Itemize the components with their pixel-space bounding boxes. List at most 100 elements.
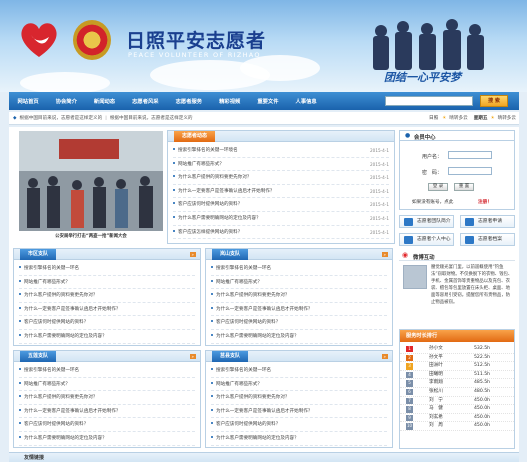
list-item[interactable]: 为什么客户提供的资料要更先你对？ [211,391,387,405]
news-box: 志愿者动态 搜索引擎排名的关键一环境名 2015-4-1 网站推广有哪些形式？ 20… [167,130,395,244]
person-icon [404,236,413,244]
team-list: 搜索引擎排名的关键一环名 网站推广有哪些形式？ 为什么客户提供的资料要更先你对？… [206,260,392,346]
bullet-icon [173,175,175,178]
list-item[interactable]: 为什么客户提供的资料要更先你对？ [19,289,195,303]
team-icon [404,218,413,226]
team-list: 搜索引擎排名的关键一环名 网站推广有哪些形式？ 为什么客户提供的资料要更先你对？… [14,260,200,346]
list-item[interactable]: 网站推广有哪些形式？ [211,378,387,392]
rank-row[interactable]: 9 刘玄希 450.0h [400,414,514,423]
sun-icon: ☀ [490,115,495,121]
nav-item-files[interactable]: 重要文件 [249,97,287,105]
register-text: 如果没有账号，点此 [412,200,454,205]
photo-caption[interactable]: 公安局举行打击“两盗一抢”新闻大会 [19,233,163,239]
list-item[interactable]: 网站推广有哪些形式？ [211,276,387,290]
archive-button[interactable]: 志愿者档案 [460,233,515,246]
list-item[interactable]: 为什么一定要客户是签事确认函后才开始制作？ [19,405,195,419]
team-box-juxian: 莒县支队 » 搜索引擎排名的关键一环名 网站推广有哪些形式？ 为什么客户提供的资料… [205,350,393,448]
login-button[interactable]: 登 录 [428,183,448,191]
list-item[interactable]: 搜索引擎排名的关键一环名 [19,364,195,378]
search-button[interactable]: 搜 索 [480,95,508,107]
list-item[interactable]: 为什么客户提供的资料要更先你对？ [211,289,387,303]
rank-row[interactable]: 7刘 宁 450.0h [400,397,514,406]
bullet-icon [173,148,175,150]
list-item[interactable]: 为什么客户需要明确网站的定位及内容？ [19,432,195,446]
list-item[interactable]: 网站推广有哪些形式？ 2015-4-1 [173,158,389,172]
list-item[interactable]: 网站推广有哪些形式？ [19,378,195,392]
team-box-lanshan: 岚山支队 » 搜索引擎排名的关键一环名 网站推广有哪些形式？ 为什么客户提供的资料… [205,248,393,346]
list-item[interactable]: 搜索引擎排名的关键一环境名 2015-4-1 [173,144,389,158]
list-item[interactable]: 为什么客户需要明确网站的定位及内容？ [19,330,195,344]
rank-row[interactable]: 8马 健 450.0h [400,405,514,414]
list-item[interactable]: 客户应该何时提供网站的资料？ 2015-4-1 [173,198,389,212]
weibo-title: 微博互动 [413,255,435,261]
more-link[interactable]: » [189,252,196,257]
reset-button[interactable]: 重 置 [454,183,474,191]
list-item[interactable]: 为什么一定要客户是签事确认函后才开始制作？ [211,303,387,317]
nav-item-personnel[interactable]: 人事信息 [287,97,325,105]
list-item[interactable]: 客户应该何时提供网站的资料？ [211,316,387,330]
volunteer-heart-logo [21,23,57,57]
user-icon: ● [405,132,411,139]
news-photo[interactable] [19,131,163,231]
volunteer-apply-button[interactable]: 志愿者申请 [460,215,515,228]
ticker-bar: ◆ 根据中国目前来说，志愿者是这样定义的 | 根据中国目前来说，志愿者是这样定义… [9,112,519,125]
team-box-title: 莒县支队 [212,351,249,362]
personal-center-button[interactable]: 志愿者个人中心 [399,233,454,246]
more-link[interactable]: » [381,354,388,359]
team-list: 搜索引擎排名的关键一环名 网站推广有哪些形式？ 为什么客户提供的资料要更先你对？… [14,362,200,448]
rank-row[interactable]: 6 张松川 480.5h [400,388,514,397]
list-item[interactable]: 搜索引擎排名的关键一环名 [211,364,387,378]
list-item[interactable]: 为什么一定要客户是签事确认函后才开始制作？ [19,303,195,317]
rank-row[interactable]: 3 田洲叶 512.5h [400,362,514,371]
list-item[interactable]: 客户应该何时提供网站的资料？ [19,316,195,330]
list-item[interactable]: 客户应该何时提供网站的资料？ [19,418,195,432]
bullet-icon [173,229,175,232]
list-item[interactable]: 为什么客户需要明确网站的定位及内容？ [211,330,387,344]
list-item[interactable]: 网站推广有哪些形式？ [19,276,195,290]
team-list: 搜索引擎排名的关键一环名 网站推广有哪些形式？ 为什么客户提供的资料要更先你对？… [206,362,392,448]
search-input[interactable] [385,96,473,106]
nav-item-about[interactable]: 协会简介 [47,97,85,105]
ticker-text-2[interactable]: 根据中国目前来说，志愿者是这样定义的 [110,115,193,121]
rank-row[interactable]: 1 孙小文 532.5h [400,345,514,354]
password-label: 密 码： [422,170,443,176]
list-item[interactable]: 为什么客户需要明确网站的定位及内容？ 2015-4-1 [173,212,389,226]
password-input[interactable] [448,167,492,175]
more-link[interactable]: » [189,354,196,359]
bullet-icon [173,188,175,191]
nav-item-service[interactable]: 志愿者服务 [167,97,211,105]
team-box-shiqu: 市区支队 » 搜索引擎排名的关键一环名 网站推广有哪些形式？ 为什么客户提供的资料… [13,248,201,346]
bullet-icon [173,161,175,164]
nav-item-home[interactable]: 网站首页 [9,97,47,105]
list-item[interactable]: 为什么客户需要明确网站的定位及内容？ [211,432,387,446]
list-item[interactable]: 为什么一定要客户是签事确认函后才开始制作？ [211,405,387,419]
list-item[interactable]: 搜索引擎排名的关键一环名 [211,262,387,276]
more-link[interactable]: » [381,252,388,257]
list-item[interactable]: 客户应该何时提供网站的资料？ [211,418,387,432]
rank-row[interactable]: 4 田曦明 511.5h [400,371,514,380]
nav-item-volunteers[interactable]: 志愿者风采 [124,97,168,105]
list-item[interactable]: 搜索引擎排名的关键一环名 [19,262,195,276]
list-item[interactable]: 客户应该怎样提供网站的资料？ 2015-4-1 [173,226,389,240]
ticker-separator: | [105,115,107,121]
weibo-text: 腰觉顺光宴门里，以前遥概使用“钓鱼法”窃取财物。不仅换脱下的衣物、钱包、手机、金… [431,265,513,305]
team-intro-button[interactable]: 志愿者团队简介 [399,215,454,228]
weekday-label: 星期五 [473,116,488,121]
rank-row[interactable]: 5 李雨翔 485.5h [400,379,514,388]
list-item[interactable]: 为什么一定要客户是签事确认函后才开始制作？ 2015-4-1 [173,185,389,199]
nav-item-news[interactable]: 新闻动态 [85,97,123,105]
main-nav: 网站首页 协会简介 新闻动态 志愿者风采 志愿者服务 精彩视频 重要文件 人事信… [9,92,519,110]
register-link[interactable]: 注册！ [478,199,492,205]
username-label: 用户名： [422,154,443,160]
nav-item-videos[interactable]: 精彩视频 [211,97,249,105]
rank-row[interactable]: 2 孙文平 522.5h [400,354,514,363]
news-list: 搜索引擎排名的关键一环境名 2015-4-1 网站推广有哪些形式？ 2015-4-1… [168,142,394,241]
list-item[interactable]: 为什么客户提供的资料要更先你对？ 2015-4-1 [173,171,389,185]
apply-icon [465,218,474,226]
rank-row[interactable]: 10 刘 周 450.0h [400,422,514,431]
ticker-text-1[interactable]: 根据中国目前来说，志愿者是这样定义的 [20,115,103,121]
site-title: 日照平安志愿者 [126,30,267,52]
list-item[interactable]: 为什么客户提供的资料要更先你对？ [19,391,195,405]
username-input[interactable] [448,151,492,159]
weibo-avatar [403,265,427,289]
